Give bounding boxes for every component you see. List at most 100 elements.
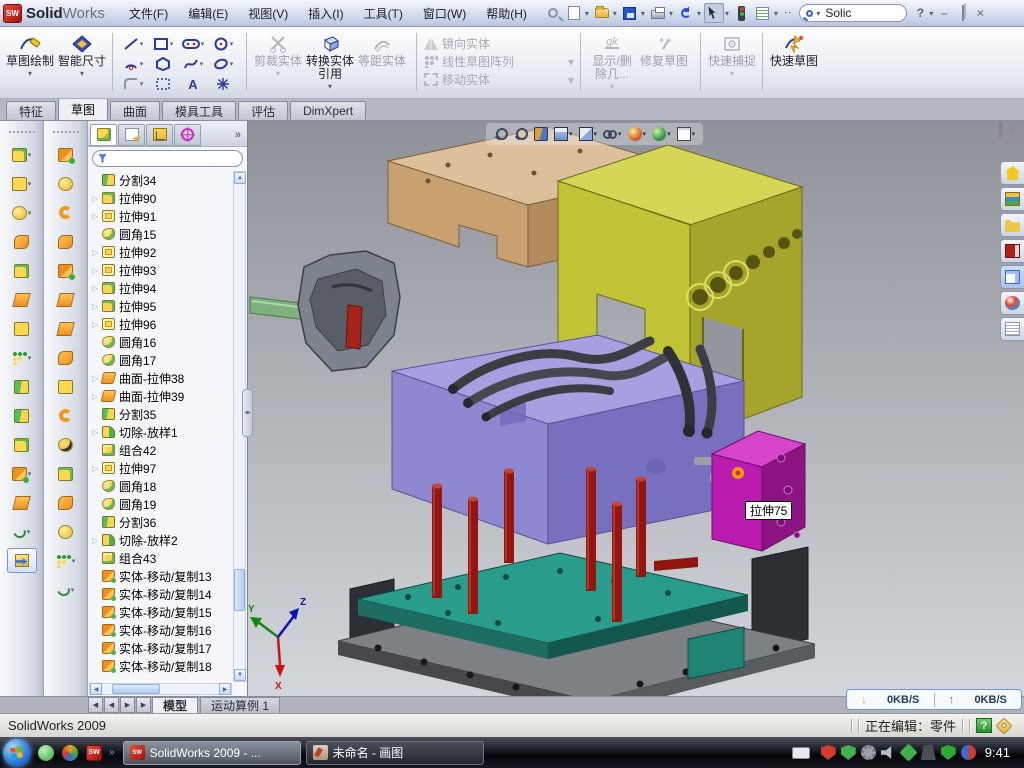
draft-button[interactable] <box>7 287 37 312</box>
convert-entities-button[interactable]: 转换实体引用 ▾ <box>304 31 356 95</box>
sketch-fillet-tool[interactable]: ▾ <box>118 74 148 94</box>
chevron-down-icon[interactable]: ▾ <box>28 209 32 217</box>
tree-item[interactable]: ▷曲面-拉伸38 <box>90 369 232 387</box>
network-warning-icon[interactable] <box>921 745 936 760</box>
minimize-button[interactable]: – <box>935 6 953 20</box>
trim-surface-button[interactable]: ▾ <box>51 548 81 573</box>
chevron-down-icon[interactable]: ▾ <box>641 9 645 18</box>
chevron-down-icon[interactable]: ▾ <box>28 354 32 362</box>
tree-item[interactable]: 分割35 <box>90 405 232 423</box>
tree-item[interactable]: 圆角16 <box>90 333 232 351</box>
menu-item-6[interactable]: 窗口(W) <box>413 0 476 26</box>
menu-item-5[interactable]: 工具(T) <box>354 0 413 26</box>
arc-tool[interactable]: ▾ <box>118 54 148 74</box>
tree-item[interactable]: ▷拉伸97 <box>90 459 232 477</box>
shell-button[interactable] <box>7 258 37 283</box>
extend-surface-button[interactable] <box>51 519 81 544</box>
chevron-down-icon[interactable]: ▾ <box>613 9 617 18</box>
chevron-down-icon[interactable]: ▾ <box>27 528 31 536</box>
tree-item[interactable]: ▷切除-放样2 <box>90 531 232 549</box>
scroll-left-icon[interactable]: ◀ <box>90 683 102 695</box>
offset-surface-button[interactable] <box>51 345 81 370</box>
expand-arrow-icon[interactable]: ▷ <box>92 248 102 257</box>
zoom-area-button[interactable] <box>512 126 530 142</box>
browser-launch-icon[interactable] <box>61 744 79 762</box>
slot-tool[interactable]: ▾ <box>178 34 208 54</box>
expand-arrow-icon[interactable]: ▷ <box>92 284 102 293</box>
health-shield-icon[interactable] <box>941 745 956 760</box>
chevron-down-icon[interactable]: ▾ <box>669 9 673 18</box>
freeform-button[interactable]: ▾ <box>51 577 81 602</box>
revolved-cut-button[interactable]: ▾ <box>7 142 37 167</box>
chevron-down-icon[interactable]: ▾ <box>28 470 32 478</box>
options-button[interactable] <box>753 3 773 23</box>
resources-tab[interactable] <box>1000 161 1024 185</box>
solidworks-launch-icon[interactable]: SW <box>85 744 103 762</box>
chevron-down-icon[interactable]: ▾ <box>643 130 647 138</box>
chevron-down-icon[interactable]: ▾ <box>585 9 589 18</box>
menu-item-1[interactable]: 文件(F) <box>119 0 178 26</box>
zoom-fit-button[interactable] <box>492 126 510 142</box>
scroll-prev-button[interactable]: ◀ <box>104 697 119 713</box>
knit-surface-button[interactable] <box>51 374 81 399</box>
scroll-right-icon[interactable]: ▶ <box>219 683 231 695</box>
display-style-button[interactable]: ▾ <box>577 126 600 142</box>
polygon-tool[interactable] <box>148 54 178 74</box>
messenger-tray-icon[interactable] <box>961 745 976 760</box>
extruded-boss-button[interactable]: ▾ <box>7 171 37 196</box>
replace-face-button[interactable] <box>51 461 81 486</box>
chevron-down-icon[interactable]: ▾ <box>328 82 332 91</box>
model-part-purple-core-block[interactable] <box>392 335 744 544</box>
taskbar-task-1[interactable]: SWSolidWorks 2009 - ... <box>123 741 301 765</box>
custom-properties-tab[interactable] <box>1000 317 1024 341</box>
fillet-button[interactable]: ▾ <box>7 200 37 225</box>
update-diamond-icon[interactable] <box>899 743 917 761</box>
tree-item[interactable]: ▷拉伸95 <box>90 297 232 315</box>
reference-geometry-button[interactable] <box>7 490 37 515</box>
tree-item[interactable]: ▷拉伸91 <box>90 207 232 225</box>
open-button[interactable] <box>592 3 612 23</box>
combine-button[interactable] <box>7 432 37 457</box>
sketch-button[interactable]: 草图绘制 ▾ <box>4 31 56 95</box>
rebuild-button[interactable] <box>732 3 752 23</box>
tree-filter-input[interactable] <box>92 150 243 167</box>
volume-icon[interactable] <box>881 745 896 760</box>
start-button[interactable] <box>3 739 31 767</box>
taskbar-task-2[interactable]: 未命名 - 画图 <box>306 741 484 765</box>
chevron-down-icon[interactable]: ▾ <box>28 69 32 78</box>
keyboard-layout-icon[interactable] <box>792 747 810 759</box>
boundary-surface-button[interactable] <box>51 258 81 283</box>
tree-item[interactable]: 组合42 <box>90 441 232 459</box>
tree-item[interactable]: 实体-移动/复制14 <box>90 585 232 603</box>
circle-tool[interactable]: ▾ <box>208 34 238 54</box>
search-gear-icon[interactable] <box>861 745 876 760</box>
doc-restore-button[interactable] <box>997 123 1001 137</box>
expand-arrow-icon[interactable]: ▷ <box>92 320 102 329</box>
search-input[interactable]: ▾ Solic <box>799 4 907 22</box>
view-palette-tab[interactable] <box>1000 265 1024 289</box>
radiate-surface-button[interactable] <box>51 403 81 428</box>
chevron-down-icon[interactable]: ▾ <box>774 9 778 18</box>
chevron-down-icon[interactable]: ▾ <box>569 130 573 138</box>
security-shield-icon[interactable] <box>841 745 856 760</box>
menu-item-3[interactable]: 视图(V) <box>238 0 298 26</box>
quicklaunch-overflow-icon[interactable]: » <box>109 747 115 758</box>
command-tab-4[interactable]: 模具工具 <box>162 101 236 120</box>
point-tool[interactable] <box>208 74 238 94</box>
ellipse-tool[interactable]: ▾ <box>208 54 238 74</box>
expand-arrow-icon[interactable]: ▷ <box>92 464 102 473</box>
swept-surface-button[interactable] <box>51 142 81 167</box>
chevron-down-icon[interactable]: ▾ <box>697 9 701 18</box>
view-orientation-button[interactable]: ▾ <box>552 126 575 142</box>
split-body-button[interactable] <box>7 403 37 428</box>
rapid-sketch-button[interactable]: 快速草图 <box>768 31 820 95</box>
model-viewport-canvas[interactable]: X Y Z <box>248 121 1024 696</box>
split-button[interactable] <box>7 374 37 399</box>
tree-item[interactable]: 实体-移动/复制17 <box>90 639 232 657</box>
command-tab-6[interactable]: DimXpert <box>290 101 366 120</box>
antivirus-shield-icon[interactable] <box>821 745 836 760</box>
tree-item[interactable]: 分割36 <box>90 513 232 531</box>
spline-tool[interactable]: ▾ <box>178 54 208 74</box>
tree-item[interactable]: ▷拉伸90 <box>90 189 232 207</box>
chevron-down-icon[interactable]: ▾ <box>28 151 32 159</box>
